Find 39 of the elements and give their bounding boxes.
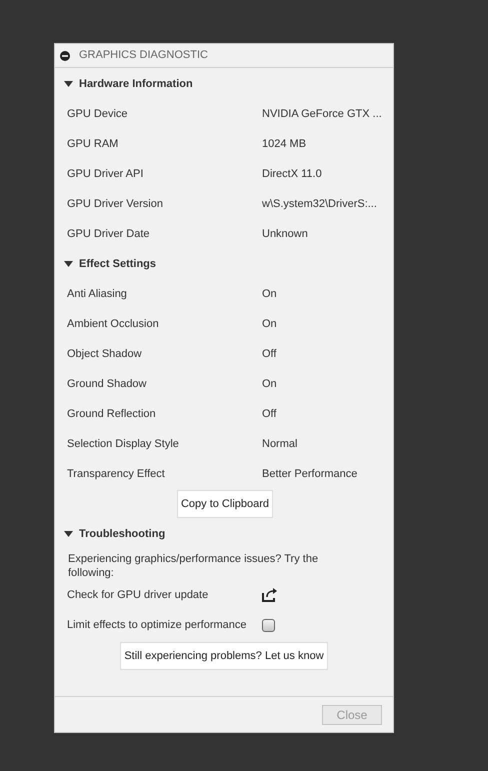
collapse-arrow-icon[interactable] (64, 530, 73, 538)
property-value: DirectX 11.0 (262, 166, 322, 182)
troubleshooting-intro: Experiencing graphics/performance issues? Try the following: (67, 552, 320, 580)
property-label: GPU Driver Date (66, 226, 151, 242)
property-value: NVIDIA GeForce GTX ... (262, 106, 382, 122)
property-label: Anti Aliasing (66, 286, 128, 302)
property-label: Selection Display Style (66, 436, 180, 452)
option-label: Check for GPU driver update (67, 588, 210, 603)
collapse-arrow-icon[interactable] (64, 80, 73, 88)
external-link-icon[interactable] (262, 588, 278, 602)
property-value: Off (262, 406, 276, 422)
property-value: Off (262, 346, 276, 362)
window-title: GRAPHICS DIAGNOSTIC (79, 48, 208, 64)
property-value: On (262, 376, 277, 392)
feedback-button[interactable]: Still experiencing problems? Let us know (120, 642, 328, 670)
checkbox[interactable] (262, 618, 275, 632)
property-value: w\S.ystem32\DriverS:... (262, 196, 377, 212)
section-heading: Hardware Information (79, 76, 193, 92)
property-label: GPU Driver Version (66, 196, 164, 212)
property-label: Ground Reflection (66, 406, 157, 422)
property-label: GPU Device (66, 106, 129, 122)
property-label: GPU RAM (66, 136, 120, 152)
property-label: GPU Driver API (66, 166, 144, 182)
property-label: Object Shadow (66, 346, 143, 362)
property-label: Transparency Effect (66, 466, 166, 482)
property-value: Better Performance (262, 466, 358, 482)
property-value: On (262, 286, 277, 302)
property-value: Normal (262, 436, 298, 452)
property-value: On (262, 316, 277, 332)
minus-circle-icon[interactable] (60, 50, 70, 60)
copy-button[interactable]: Copy to Clipboard (176, 490, 274, 518)
property-label: Ambient Occlusion (66, 316, 160, 332)
property-label: Ground Shadow (66, 376, 148, 392)
section-heading: Troubleshooting (79, 526, 166, 542)
section-heading: Effect Settings (79, 256, 156, 272)
collapse-arrow-icon[interactable] (64, 260, 73, 268)
option-label: Limit effects to optimize performance (67, 618, 248, 633)
property-value: 1024 MB (262, 136, 306, 152)
property-value: Unknown (262, 226, 308, 242)
